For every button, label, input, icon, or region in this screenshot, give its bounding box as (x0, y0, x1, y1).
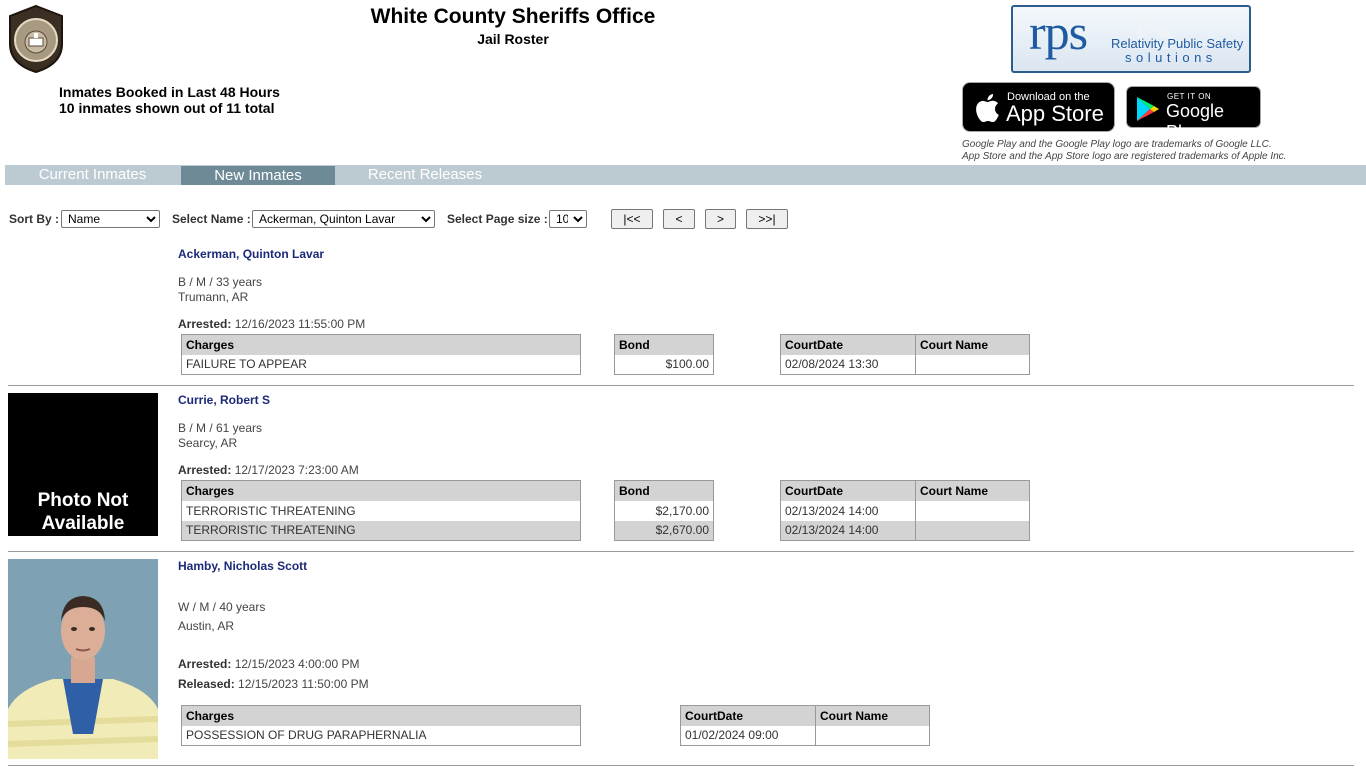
inmate-demographics: B / M / 61 years (178, 421, 263, 435)
google-play-small-text: GET IT ON (1167, 92, 1212, 101)
charge-cell: FAILURE TO APPEAR (186, 357, 307, 372)
tab-new-inmates[interactable]: New Inmates (181, 166, 335, 185)
prev-page-button[interactable]: < (663, 209, 695, 229)
charge-cell: TERRORISTIC THREATENING (181, 520, 581, 541)
arrested-label: Arrested: (178, 463, 232, 477)
sort-by-select[interactable]: Name (61, 210, 160, 228)
arrested-value: 12/17/2023 7:23:00 AM (234, 463, 359, 477)
tab-recent-releases[interactable]: Recent Releases (335, 165, 515, 185)
court-name-header: Court Name (815, 705, 930, 726)
sort-by-label: Sort By : (9, 212, 60, 226)
court-date-header: CourtDate (780, 334, 916, 355)
google-play-badge[interactable]: GET IT ON Google Play (1126, 86, 1261, 142)
inmate-photo[interactable] (8, 559, 158, 759)
bond-table: Bond $2,170.00 $2,670.00 (614, 480, 714, 541)
google-play-large-text: Google Play (1166, 101, 1225, 142)
released-line: Released: 12/15/2023 11:50:00 PM (178, 677, 369, 691)
booking-summary: Inmates Booked in Last 48 Hours 10 inmat… (59, 84, 280, 116)
apple-icon (976, 94, 999, 122)
inmate-city: Searcy, AR (178, 436, 238, 450)
inmate-name-link[interactable]: Currie, Robert S (178, 393, 270, 407)
select-name-label: Select Name : (172, 212, 251, 226)
trademark-google: Google Play and the Google Play logo are… (962, 139, 1272, 150)
rps-logo-line1: Relativity Public Safety (1111, 36, 1244, 51)
arrested-line: Arrested: 12/15/2023 4:00:00 PM (178, 657, 359, 671)
summary-count: 10 inmates shown out of 11 total (59, 100, 275, 116)
released-value: 12/15/2023 11:50:00 PM (238, 677, 369, 691)
page-size-label: Select Page size : (447, 212, 548, 226)
arrested-line: Arrested: 12/16/2023 11:55:00 PM (178, 317, 365, 331)
inmate-demographics: W / M / 40 years (178, 600, 266, 614)
court-name-cell (915, 500, 1030, 521)
charges-table: Charges FAILURE TO APPEAR (181, 334, 581, 375)
court-name-cell (915, 354, 1030, 375)
arrested-value: 12/15/2023 4:00:00 PM (234, 657, 360, 671)
inmate-city: Austin, AR (178, 619, 235, 633)
inmate-name-link[interactable]: Hamby, Nicholas Scott (178, 559, 307, 573)
court-date-cell: 02/08/2024 13:30 (785, 357, 879, 372)
bond-cell: $2,670.00 (614, 520, 714, 541)
bond-table: Bond $100.00 (614, 334, 714, 375)
court-date-cell: 02/13/2024 14:00 (780, 520, 916, 541)
court-table: CourtDate Court Name 01/02/2024 09:00 (680, 705, 930, 746)
first-page-button[interactable]: |<< (611, 209, 653, 229)
bond-header: Bond (614, 334, 714, 355)
rps-logo-mark: rps (1029, 5, 1088, 60)
court-name-header: Court Name (915, 480, 1030, 501)
arrested-label: Arrested: (178, 657, 232, 671)
last-page-button[interactable]: >>| (746, 209, 788, 229)
tab-bar: Current Inmates New Inmates Recent Relea… (5, 165, 1366, 185)
page-size-select[interactable]: 10 (549, 210, 587, 228)
court-name-cell (815, 725, 930, 746)
next-page-button[interactable]: > (705, 209, 736, 229)
bond-cell: $2,170.00 (655, 503, 709, 518)
arrested-label: Arrested: (178, 317, 232, 331)
court-date-header: CourtDate (780, 480, 916, 501)
arrested-value: 12/16/2023 11:55:00 PM (234, 317, 366, 331)
charges-header: Charges (181, 334, 581, 355)
court-name-cell (915, 520, 1030, 541)
photo-not-available: Photo Not Available (8, 393, 158, 536)
summary-period: Inmates Booked in Last 48 Hours (59, 84, 280, 100)
arrested-line: Arrested: 12/17/2023 7:23:00 AM (178, 463, 359, 477)
rps-logo[interactable]: rs rps Relativity Public Safety solution… (1011, 5, 1251, 73)
tab-current-inmates[interactable]: Current Inmates (5, 165, 180, 185)
charges-header: Charges (181, 480, 581, 501)
court-name-header: Court Name (915, 334, 1030, 355)
trademark-notice: Google Play and the Google Play logo are… (962, 139, 1286, 163)
record-divider (8, 765, 1354, 766)
photo-na-text: Photo Not Available (37, 490, 129, 534)
record-divider (8, 385, 1354, 386)
record-divider (8, 551, 1354, 552)
trademark-apple: App Store and the App Store logo are reg… (962, 151, 1287, 162)
court-table: CourtDate Court Name 02/08/2024 13:30 (780, 334, 1030, 375)
app-store-large-text: App Store (1006, 101, 1104, 126)
charge-cell: TERRORISTIC THREATENING (186, 503, 356, 518)
rps-logo-line2: solutions (1125, 50, 1217, 65)
charges-table: Charges POSSESSION OF DRUG PARAPHERNALIA (181, 705, 581, 746)
page-title: White County Sheriffs Office (370, 5, 656, 28)
select-name-select[interactable]: Ackerman, Quinton Lavar (252, 210, 435, 228)
court-date-cell: 01/02/2024 09:00 (685, 728, 779, 743)
charges-header: Charges (181, 705, 581, 726)
court-date-header: CourtDate (680, 705, 816, 726)
page-subtitle: Jail Roster (477, 31, 549, 47)
app-store-badge[interactable]: Download on the App Store (962, 82, 1115, 132)
charges-table: Charges TERRORISTIC THREATENING TERRORIS… (181, 480, 581, 541)
released-label: Released: (178, 677, 235, 691)
bond-cell: $100.00 (665, 357, 709, 372)
inmate-demographics: B / M / 33 years (178, 275, 263, 289)
bond-header: Bond (614, 480, 714, 501)
charge-cell: POSSESSION OF DRUG PARAPHERNALIA (186, 728, 427, 743)
court-table: CourtDate Court Name 02/13/2024 14:00 02/… (780, 480, 1030, 541)
inmate-city: Trumann, AR (178, 290, 249, 304)
court-date-cell: 02/13/2024 14:00 (785, 503, 879, 518)
inmate-name-link[interactable]: Ackerman, Quinton Lavar (178, 247, 324, 261)
google-play-icon (1137, 97, 1159, 121)
